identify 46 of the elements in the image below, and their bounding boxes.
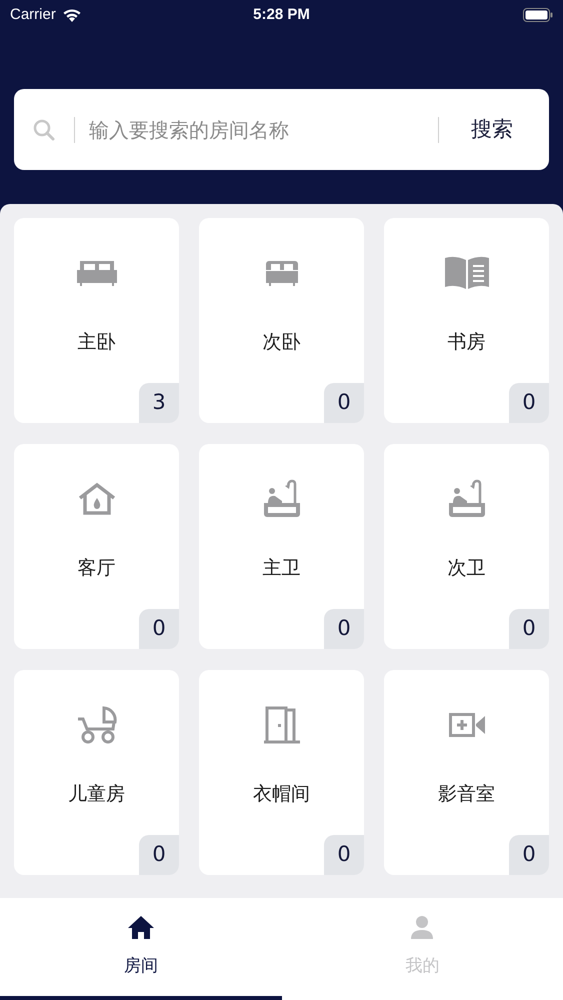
- search-icon: [32, 118, 56, 142]
- search-field[interactable]: 输入要搜索的房间名称: [89, 114, 424, 144]
- wifi-icon: [62, 8, 82, 22]
- room-name: 次卫: [448, 556, 486, 581]
- bed-icon: [266, 259, 298, 287]
- search-button[interactable]: 搜索: [453, 110, 531, 150]
- device-count: 0: [324, 383, 364, 423]
- person-icon: [409, 914, 436, 940]
- door-icon: [264, 706, 300, 744]
- book-icon: [444, 256, 488, 290]
- tab[interactable]: 房间: [0, 898, 282, 1000]
- device-count: 0: [509, 383, 549, 423]
- device-count: 0: [139, 609, 179, 649]
- house-icon: [78, 482, 116, 516]
- device-count: 0: [139, 835, 179, 875]
- room-name: 影音室: [438, 782, 495, 807]
- room-card[interactable]: 主卫 0: [199, 444, 364, 649]
- room-name: 主卧: [78, 330, 116, 355]
- battery-icon: [522, 8, 553, 22]
- video-camera-icon: [448, 713, 484, 737]
- carrier-label: Carrier: [10, 4, 56, 25]
- bathtub-icon: [446, 479, 486, 519]
- device-count: 0: [509, 835, 549, 875]
- room-card[interactable]: 书房 0: [384, 218, 549, 423]
- room-name: 儿童房: [68, 782, 125, 807]
- device-count: 0: [324, 835, 364, 875]
- room-card[interactable]: 客厅 0: [14, 444, 179, 649]
- room-name: 客厅: [78, 556, 116, 581]
- stroller-icon: [76, 705, 116, 745]
- device-count: 0: [324, 609, 364, 649]
- room-name: 主卫: [262, 556, 300, 581]
- room-card[interactable]: 衣帽间 0: [199, 670, 364, 875]
- device-count: 3: [139, 383, 179, 423]
- home-icon: [126, 914, 155, 940]
- room-card[interactable]: 次卫 0: [384, 444, 549, 649]
- bed-icon: [76, 259, 116, 287]
- bathtub-icon: [262, 479, 302, 519]
- room-name: 书房: [448, 330, 486, 355]
- room-card[interactable]: 次卧 0: [199, 218, 364, 423]
- room-card[interactable]: 主卧 3: [14, 218, 179, 423]
- room-name: 衣帽间: [253, 782, 310, 807]
- clock-time: 5:28 PM: [253, 4, 310, 25]
- room-card[interactable]: 儿童房 0: [14, 670, 179, 875]
- room-name: 次卧: [262, 330, 300, 355]
- room-card[interactable]: 影音室 0: [384, 670, 549, 875]
- device-count: 0: [509, 609, 549, 649]
